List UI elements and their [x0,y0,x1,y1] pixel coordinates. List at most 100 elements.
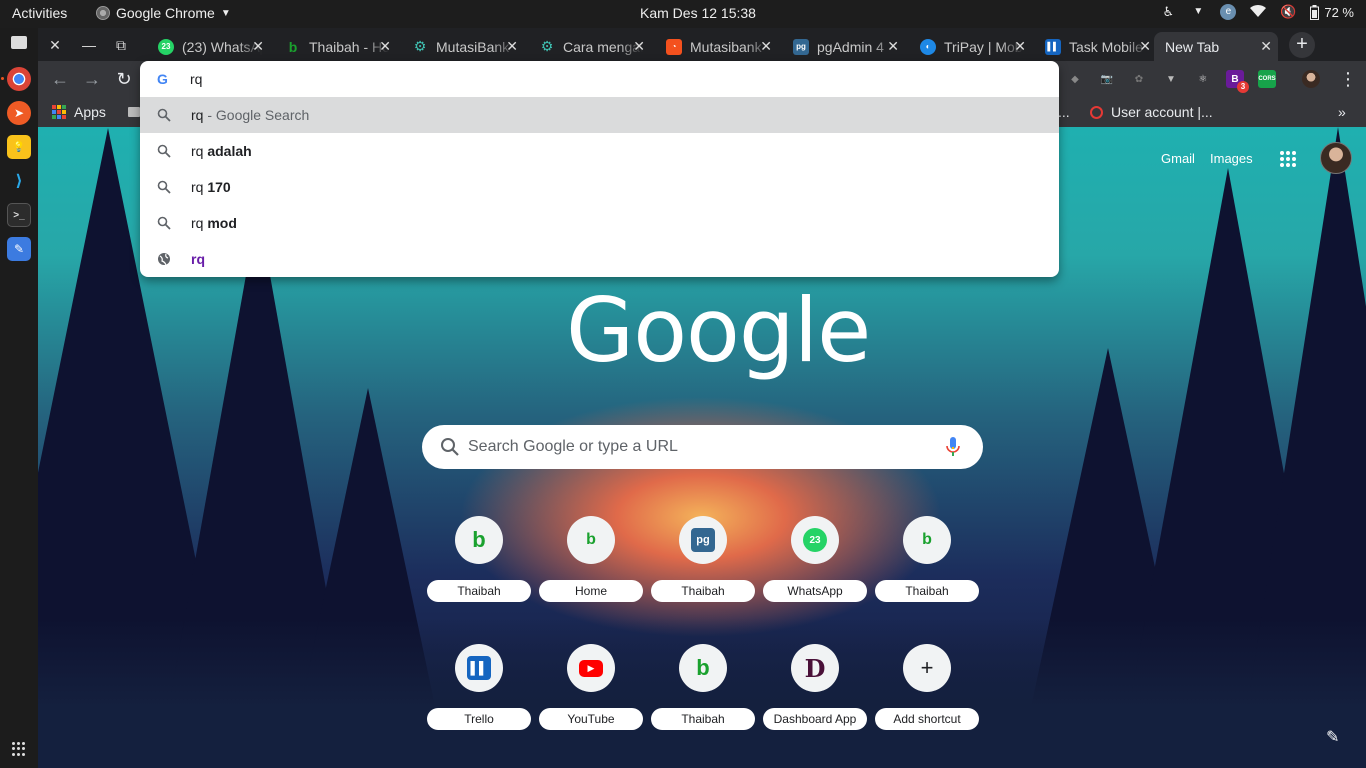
suggestion-text: rq 170 [191,179,231,195]
shortcut-thaibah-2[interactable]: b Thaibah [875,516,979,604]
gmail-link[interactable]: Gmail [1161,151,1195,166]
microphone-icon[interactable] [946,437,960,457]
window-restore-icon[interactable]: ⧉ [112,36,130,54]
extension-b-icon[interactable]: B 3 [1226,70,1249,93]
app-menu-label: Google Chrome [116,5,215,21]
images-link[interactable]: Images [1210,151,1253,166]
shortcut-icon-circle: b [679,644,727,692]
tab-close-icon[interactable]: ✕ [1260,38,1272,55]
dock-vscode-icon[interactable]: ⟩ [7,169,31,193]
shortcut-icon-circle: + [903,644,951,692]
folder-icon[interactable] [128,107,140,117]
tab-close-icon[interactable]: ✕ [1139,38,1151,55]
dock-notes-icon[interactable]: 💡 [7,135,31,159]
mutasibank-icon: ⚙ [413,38,427,54]
tab-thaibah[interactable]: b Thaibah - Home ✕ [277,32,397,61]
tab-close-icon[interactable]: ✕ [1014,38,1026,55]
search-icon [157,216,171,230]
bookmarks-overflow-chevron-icon[interactable]: » [1338,104,1346,120]
camera-icon[interactable]: 📷 [1098,70,1116,88]
dock-terminal-icon[interactable]: >_ [7,203,31,227]
tab-whatsapp[interactable]: 23 (23) WhatsApp ✕ [150,32,270,61]
omnibox-input[interactable] [190,67,1040,91]
google-apps-icon[interactable] [1280,151,1296,167]
tab-tripay[interactable]: ◐ TriPay | Mobile ✕ [912,32,1032,61]
dock-text-editor-icon[interactable]: ✎ [7,237,31,261]
app-menu[interactable]: Google Chrome ▼ [96,5,231,21]
shortcut-home[interactable]: b Home [539,516,643,604]
menu-kebab-icon[interactable]: ⋮ [1338,69,1358,89]
suggestion-rq-mod[interactable]: rq mod [140,205,1059,241]
tab-close-icon[interactable]: ✕ [633,38,645,55]
tab-close-icon[interactable]: ✕ [760,38,772,55]
extension-diamond-icon[interactable]: ◆ [1066,70,1084,88]
account-avatar[interactable] [1320,142,1352,174]
shortcut-whatsapp[interactable]: 23 WhatsApp [763,516,867,604]
reload-icon[interactable]: ↻ [114,69,134,89]
battery-icon [1310,4,1320,20]
react-devtools-icon[interactable]: ⚛ [1194,70,1212,88]
search-icon [157,108,171,122]
dock-postman-icon[interactable]: ➤ [7,101,31,125]
shortcut-icon-circle: b [567,516,615,564]
suggestion-rq-170[interactable]: rq 170 [140,169,1059,205]
cors-extension-icon[interactable]: CORS [1258,70,1276,88]
new-tab-button[interactable]: + [1289,32,1315,58]
tab-close-icon[interactable]: ✕ [506,38,518,55]
accessibility-icon[interactable]: ♿ [1160,4,1176,20]
shortcut-thaibah-3[interactable]: b Thaibah [651,644,755,732]
tab-cara-mengatasi[interactable]: ⚙ Cara mengatasi ✕ [531,32,651,61]
bookmark-user-account[interactable]: User account |... [1090,104,1213,120]
pgadmin-icon: pg [793,38,809,55]
profile-avatar-icon[interactable] [1302,70,1320,88]
tab-close-icon[interactable]: ✕ [252,38,264,55]
window-close-icon[interactable]: ✕ [46,36,64,54]
search-icon [157,180,171,194]
suggestion-text: rq [191,251,205,267]
google-g-icon: G [157,71,168,87]
customize-pencil-icon[interactable]: ✎ [1326,727,1339,747]
clock[interactable]: Kam Des 12 15:38 [640,5,756,21]
dashboard-icon: D [804,653,826,683]
postgres-elephant-icon[interactable]: e [1220,4,1237,20]
window-minimize-icon[interactable]: — [80,36,98,54]
suggestion-rq-adalah[interactable]: rq adalah [140,133,1059,169]
tab-title: New Tab [1165,38,1220,55]
activities-button[interactable]: Activities [12,5,67,21]
files-app-icon[interactable] [11,36,27,49]
chrome-app-icon [96,6,110,20]
shortcut-thaibah[interactable]: b Thaibah [427,516,531,604]
add-shortcut-button[interactable]: + Add shortcut [875,644,979,732]
system-tray[interactable]: ♿ ▼ e 🔇 72 % [1160,4,1354,20]
dock-chrome-icon[interactable] [1,67,31,91]
shortcut-pgadmin[interactable]: pg Thaibah [651,516,755,604]
ntp-search-box[interactable] [422,425,983,469]
battery-status[interactable]: 72 % [1310,4,1354,20]
tab-mutasibank[interactable]: ⚙ MutasiBank ✕ [404,32,524,61]
suggestion-url-rq[interactable]: rq [140,241,1059,277]
tab-mutasibank-orange[interactable]: ◔ Mutasibank ✕ [658,32,778,61]
tab-task-mobile[interactable]: ▌▌ Task Mobile ✕ [1037,32,1157,61]
ntp-search-input[interactable] [468,425,938,469]
volume-muted-icon[interactable]: 🔇 [1280,4,1296,20]
shortcut-dashboard-app[interactable]: D Dashboard App [763,644,867,732]
wifi-icon[interactable] [1250,4,1267,20]
tab-pgadmin[interactable]: pg pgAdmin 4 ✕ [785,32,905,61]
shortcut-label: Thaibah [651,708,755,730]
suggestion-text: rq mod [191,215,237,231]
show-applications-icon[interactable] [12,742,26,756]
bookmark-overflow[interactable]: ... [1058,104,1070,120]
tab-new-tab[interactable]: New Tab ✕ [1154,32,1278,61]
extension-gear-icon[interactable]: ✿ [1130,70,1148,88]
vue-devtools-icon[interactable]: ▼ [1162,70,1180,88]
shortcut-trello[interactable]: ▌▌ Trello [427,644,531,732]
back-arrow-icon[interactable]: ← [50,69,70,89]
tab-close-icon[interactable]: ✕ [887,38,899,55]
forward-arrow-icon[interactable]: → [82,69,102,89]
omnibox-input-row[interactable]: G [140,61,1059,97]
bookmark-apps[interactable]: Apps [52,104,106,120]
tab-close-icon[interactable]: ✕ [379,38,391,55]
shortcut-youtube[interactable]: ▶ YouTube [539,644,643,732]
chevron-down-icon[interactable]: ▼ [1190,4,1206,20]
suggestion-google-search[interactable]: rq - Google Search [140,97,1059,133]
